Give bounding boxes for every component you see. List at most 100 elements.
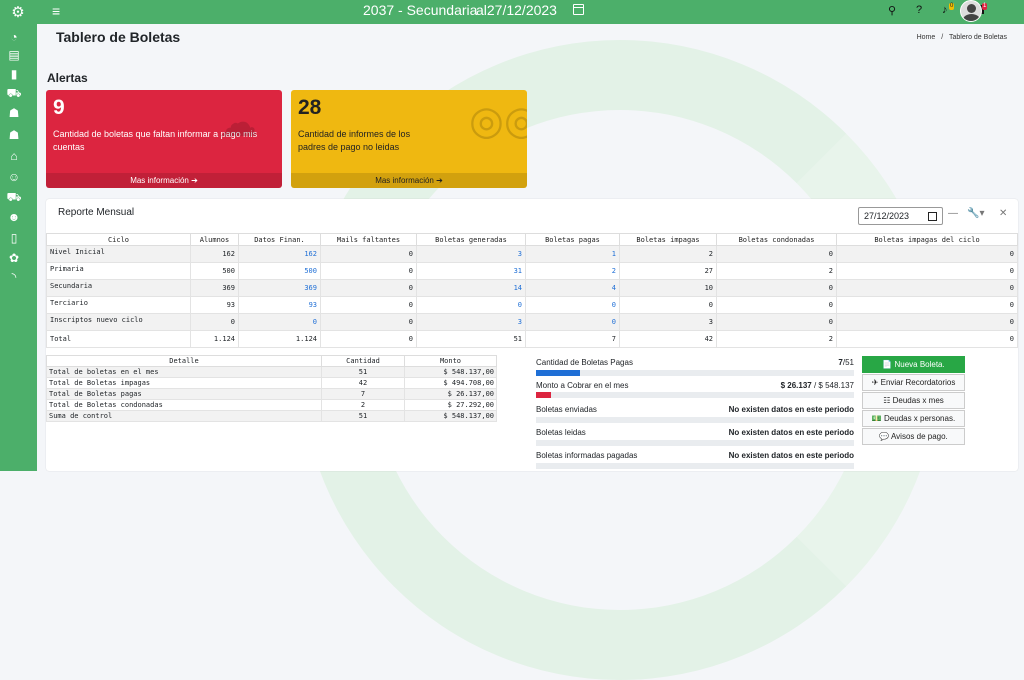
cell-impagas: 0	[619, 296, 717, 314]
user-plus-icon[interactable]: ☺	[6, 170, 22, 184]
chalkboard-icon[interactable]: ▤	[6, 48, 22, 62]
table-header-row: Ciclo Alumnos Datos Finan. Mails faltant…	[46, 233, 1018, 246]
cell-pagas: 7	[525, 330, 620, 348]
detail-label: Total de Boletas pagas	[46, 388, 322, 400]
collapse-icon[interactable]: —	[948, 208, 958, 219]
cell-generadas-link[interactable]: 3	[416, 245, 526, 263]
page-title: Tablero de Boletas	[56, 29, 181, 45]
debts-by-month-button[interactable]: ☷ Deudas x mes	[862, 392, 965, 409]
cell-datos-link[interactable]: 93	[238, 296, 321, 314]
user-avatar[interactable]	[960, 0, 982, 22]
bell-icon[interactable]: ♪	[942, 4, 948, 16]
search-icon[interactable]: ⚲	[888, 4, 896, 17]
informed-row: Boletas informadas pagadas No existen da…	[536, 451, 854, 463]
help-icon[interactable]: ?	[916, 4, 922, 16]
cell-generadas-link[interactable]: 0	[416, 296, 526, 314]
cell-datos-link[interactable]: 0	[238, 313, 321, 331]
informed-label: Boletas informadas pagadas	[536, 451, 638, 460]
new-boleta-button[interactable]: 📄 Nueva Boleta.	[862, 356, 965, 373]
cell-generadas-link[interactable]: 14	[416, 279, 526, 297]
column-header: Datos Finan.	[238, 233, 321, 246]
cell-mails: 0	[320, 245, 417, 263]
mobile-icon[interactable]: ▯	[6, 231, 22, 245]
file-icon[interactable]: ▮	[6, 67, 22, 81]
cell-generadas-link[interactable]: 3	[416, 313, 526, 331]
detail-amount: $ 548.137,00	[404, 366, 497, 378]
cell-mails: 0	[320, 296, 417, 314]
cell-pagas-link[interactable]: 0	[525, 296, 620, 314]
cell-alumnos: 93	[190, 296, 239, 314]
report-date-input[interactable]: 27/12/2023	[858, 207, 943, 225]
amount-total: / $ 548.137	[811, 381, 854, 390]
app-logo-icon[interactable]: ⚙	[6, 3, 30, 21]
cell-impagas: 2	[619, 245, 717, 263]
cell-mails: 0	[320, 313, 417, 331]
rss-icon[interactable]: ◝	[6, 270, 22, 284]
sent-label: Boletas enviadas	[536, 405, 597, 414]
wrench-icon[interactable]: 🔧▾	[967, 208, 984, 219]
cell-datos-link[interactable]: 500	[238, 262, 321, 280]
cell-datos-link[interactable]: 162	[238, 245, 321, 263]
school-icon[interactable]: ⌂	[6, 149, 22, 163]
read-progress-bar	[536, 440, 854, 446]
cell-pagas-link[interactable]: 4	[525, 279, 620, 297]
debts-by-person-button[interactable]: 💵 Deudas x personas.	[862, 410, 965, 427]
calendar-icon[interactable]	[928, 212, 937, 221]
paid-total: /51	[842, 358, 854, 367]
cell-impagas-ciclo: 0	[836, 313, 1018, 331]
more-info-link[interactable]: Mas información ➔	[46, 173, 282, 188]
cell-alumnos: 0	[190, 313, 239, 331]
sent-value: No existen datos en este periodo	[728, 405, 854, 414]
table-row: Nivel Inicial 162 162 0 3 1 2 0 0	[46, 245, 1018, 263]
cell-ciclo: Secundaria	[46, 279, 191, 297]
cell-impagas-ciclo: 0	[836, 330, 1018, 348]
cell-ciclo: Terciario	[46, 296, 191, 314]
informed-progress-bar	[536, 463, 854, 469]
detail-label: Total de Boletas impagas	[46, 377, 322, 389]
dashboard-icon[interactable]: ◔	[6, 30, 22, 44]
user-tie-icon[interactable]: ☻	[6, 210, 22, 224]
detail-amount: $ 548.137,00	[404, 410, 497, 422]
cogs-icon[interactable]: ✿	[6, 251, 22, 265]
amount-label: Monto a Cobrar en el mes	[536, 381, 629, 390]
cell-condonadas: 2	[716, 262, 837, 280]
cell-ciclo: Total	[46, 330, 191, 348]
cell-impagas: 42	[619, 330, 717, 348]
message-badge: 1	[982, 3, 988, 10]
payment-notices-button[interactable]: 💬 Avisos de pago.	[862, 428, 965, 445]
monthly-report-table: Ciclo Alumnos Datos Finan. Mails faltant…	[46, 233, 1018, 348]
column-header: Mails faltantes	[320, 233, 417, 246]
cell-pagas-link[interactable]: 0	[525, 313, 620, 331]
cell-pagas-link[interactable]: 2	[525, 262, 620, 280]
cell-impagas-ciclo: 0	[836, 296, 1018, 314]
monthly-report-card: Reporte Mensual 27/12/2023 — 🔧▾ ✕ Ciclo …	[46, 199, 1018, 471]
detail-amount: $ 494.708,00	[404, 377, 497, 389]
column-header: Boletas pagas	[525, 233, 620, 246]
truck-icon[interactable]: ⛟	[6, 190, 22, 204]
calendar-icon[interactable]	[573, 4, 584, 15]
detail-count: 7	[321, 388, 405, 400]
table-row: Suma de control 51 $ 548.137,00	[46, 410, 497, 422]
breadcrumb-home[interactable]: Home	[917, 34, 936, 41]
car-icon[interactable]: ⛟	[6, 86, 22, 100]
alert-box-pending-reports: 9 Cantidad de boletas que faltan informa…	[46, 90, 282, 188]
menu-toggle-icon[interactable]: ≡	[52, 3, 60, 19]
cell-datos-link[interactable]: 369	[238, 279, 321, 297]
more-info-link[interactable]: Mas información ➔	[291, 173, 527, 188]
cell-ciclo: Inscriptos nuevo ciclo	[46, 313, 191, 331]
teacher-icon[interactable]: ☗	[6, 106, 22, 120]
cloud-upload-icon: ☁	[218, 101, 258, 145]
alert-count: 28	[298, 96, 322, 119]
cell-impagas: 10	[619, 279, 717, 297]
cell-pagas-link[interactable]: 1	[525, 245, 620, 263]
cell-ciclo: Nivel Inicial	[46, 245, 191, 263]
read-value: No existen datos en este periodo	[728, 428, 854, 437]
column-header: Boletas impagas	[619, 233, 717, 246]
top-navbar: ≡ 2037 - Secundaria al27/12/2023 ⚲ ? ♪ 0…	[37, 0, 1024, 24]
close-icon[interactable]: ✕	[999, 208, 1007, 219]
cell-generadas-link[interactable]: 31	[416, 262, 526, 280]
graduate-icon[interactable]: ☗	[6, 128, 22, 142]
send-reminders-button[interactable]: ✈ Enviar Recordatorios	[862, 374, 965, 391]
sidebar: ⚙ ◔ ▤ ▮ ⛟ ☗ ☗ ⌂ ☺ ⛟ ☻ ▯ ✿ ◝	[0, 0, 37, 471]
detail-amount: $ 26.137,00	[404, 388, 497, 400]
